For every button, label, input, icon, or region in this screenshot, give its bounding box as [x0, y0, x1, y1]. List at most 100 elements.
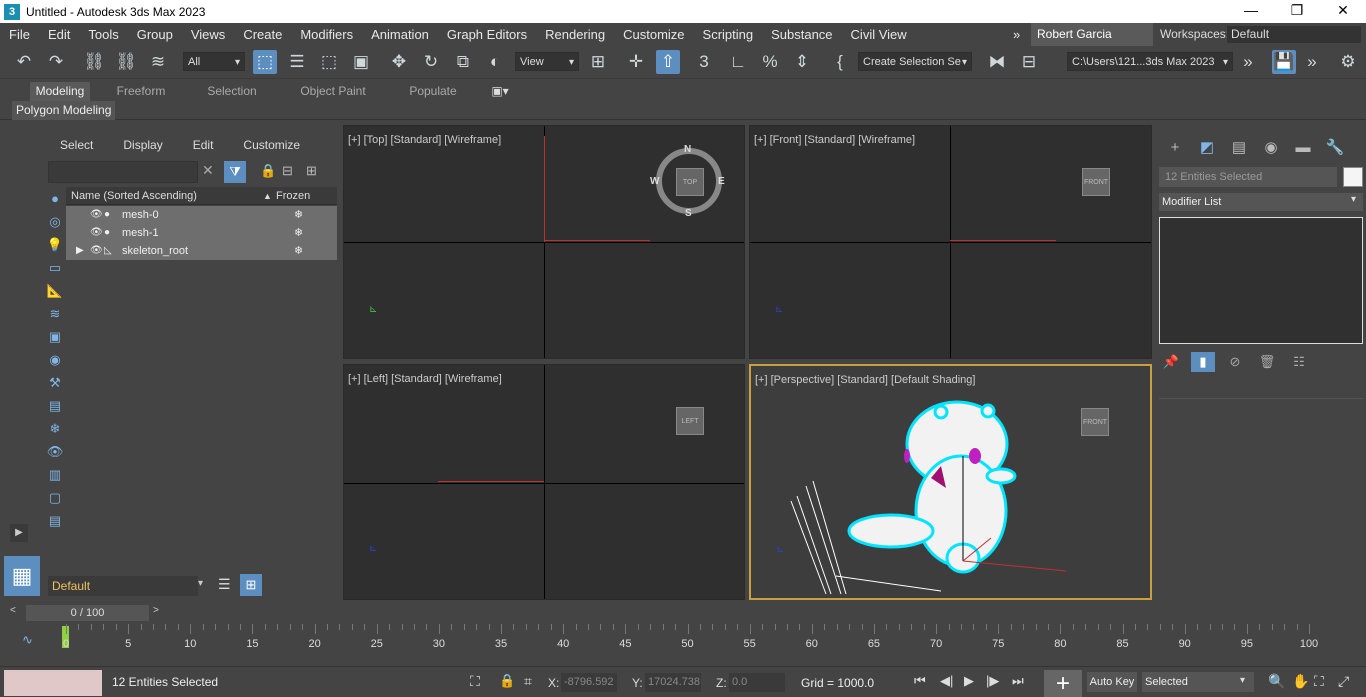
object-name-field[interactable]: 12 Entities Selected [1159, 167, 1337, 187]
track-bar[interactable]: 0 5 10 15 20 25 30 35 40 45 50 55 60 65 70 75 80 85 90 95 10… [58, 624, 1328, 656]
scene-tab-display[interactable]: Display [107, 134, 176, 156]
character-model[interactable] [751, 366, 1150, 598]
mirror-icon[interactable]: ⧓ [985, 50, 1009, 74]
menu-customize[interactable]: Customize [614, 23, 693, 46]
filter-frozen-icon[interactable]: ❄ [44, 418, 66, 440]
pivot-center-icon[interactable]: ⊞ [586, 50, 610, 74]
filter-xrefs-icon[interactable]: ◉ [44, 349, 66, 371]
unlink-icon[interactable]: ⛓ [114, 50, 138, 74]
maxscript-listener[interactable] [4, 670, 102, 696]
percent-snap-icon[interactable]: % [758, 50, 782, 74]
project-path-dropdown[interactable]: C:\Users\121...3ds Max 2023 [1067, 52, 1233, 72]
viewcube-front[interactable]: FRONT [1082, 168, 1110, 196]
layer-stack-icon[interactable]: ☰ [218, 576, 231, 593]
scene-tab-edit[interactable]: Edit [177, 134, 228, 156]
move-icon[interactable]: ✥ [387, 50, 411, 74]
layer-explorer-icon[interactable]: ⊞ [306, 163, 317, 179]
reference-coord-dropdown[interactable]: View [515, 52, 579, 72]
show-end-result-icon[interactable]: ▮ [1191, 352, 1215, 372]
scale-icon[interactable]: ⧉ [451, 50, 475, 74]
pan-view-icon[interactable]: ✋ [1292, 673, 1309, 690]
visibility-eye-icon[interactable]: 👁 [90, 224, 103, 242]
isolate-selection-icon[interactable]: ⛶ [470, 673, 480, 690]
undo-icon[interactable]: ↶ [12, 50, 36, 74]
filter-all-icon[interactable]: ▥ [44, 464, 66, 486]
sort-ascending-icon[interactable]: ▲ [263, 187, 272, 205]
viewport-top-label[interactable]: [+] [Top] [Standard] [Wireframe] [348, 134, 501, 146]
configure-modifier-sets-icon[interactable]: ☷ [1287, 352, 1311, 372]
menu-more-icon[interactable]: » [1004, 23, 1029, 46]
expand-triangle-icon[interactable]: ▶ [76, 242, 84, 260]
viewport-perspective[interactable]: [+] [Perspective] [Standard] [Default Sh… [749, 364, 1152, 600]
render-dot-icon[interactable]: ● [104, 224, 110, 242]
menu-tools[interactable]: Tools [79, 23, 127, 46]
z-coordinate-field[interactable]: 0.0 [729, 673, 785, 692]
menu-modifiers[interactable]: Modifiers [291, 23, 362, 46]
object-color-swatch[interactable] [1343, 167, 1363, 187]
zoom-icon[interactable]: 🔍 [1268, 673, 1285, 690]
filter-lights-icon[interactable]: 💡 [44, 234, 66, 256]
filter-groups-icon[interactable]: ▣ [44, 326, 66, 348]
keyboard-shortcut-override-icon[interactable]: ⇧ [656, 50, 680, 74]
display-tab-icon[interactable]: ▬ [1287, 138, 1319, 158]
key-filter-dropdown[interactable]: Selected [1142, 672, 1254, 692]
play-icon[interactable]: ▶ [964, 673, 974, 689]
more-tools-icon[interactable]: » [1236, 50, 1260, 74]
render-setup-icon[interactable]: ⚙ [1336, 50, 1360, 74]
curve-editor-icon[interactable]: ∿ [22, 632, 33, 648]
zoom-extents-icon[interactable]: ⛶ [1314, 673, 1324, 690]
key-filter-arrow-icon[interactable]: ▾ [1240, 675, 1245, 686]
tab-modeling[interactable]: Modeling [30, 82, 90, 101]
filter-bones-icon[interactable]: ⚒ [44, 372, 66, 394]
tab-selection[interactable]: Selection [200, 82, 264, 101]
utilities-tab-icon[interactable]: 🔧 [1319, 138, 1351, 158]
viewcube-top[interactable]: TOP [676, 168, 704, 196]
menu-graph-editors[interactable]: Graph Editors [438, 23, 536, 46]
visibility-eye-icon[interactable]: 👁 [90, 206, 103, 224]
tab-freeform[interactable]: Freeform [110, 82, 172, 101]
snaps-toggle-icon[interactable]: 3 [692, 50, 716, 74]
frozen-column-header[interactable]: Frozen [276, 187, 310, 205]
edit-named-selection-icon[interactable]: { [828, 50, 852, 74]
viewport-front-label[interactable]: [+] [Front] [Standard] [Wireframe] [754, 134, 915, 146]
select-manipulate-icon[interactable]: ✛ [624, 50, 648, 74]
filter-cameras-icon[interactable]: ▭ [44, 257, 66, 279]
viewport-front[interactable]: [+] [Front] [Standard] [Wireframe] FRONT… [749, 125, 1152, 359]
menu-substance[interactable]: Substance [762, 23, 841, 46]
menu-file[interactable]: File [0, 23, 39, 46]
modifier-stack[interactable] [1159, 217, 1363, 344]
workspace-dropdown[interactable]: Default [1227, 26, 1361, 43]
viewport-top[interactable]: [+] [Top] [Standard] [Wireframe] TOP N S… [343, 125, 745, 359]
absolute-mode-icon[interactable]: ⌗ [524, 673, 532, 690]
user-account[interactable]: Robert Garcia [1031, 23, 1153, 46]
layer-dropdown-arrow-icon[interactable]: ▾ [198, 578, 203, 589]
tab-object-paint[interactable]: Object Paint [296, 82, 370, 101]
hierarchy-icon[interactable]: ⊟ [282, 163, 293, 179]
filter-none-icon[interactable]: ▢ [44, 487, 66, 509]
restore-button[interactable]: ❐ [1274, 0, 1320, 23]
modify-tab-icon[interactable]: ◩ [1191, 138, 1223, 158]
viewport-left[interactable]: [+] [Left] [Standard] [Wireframe] LEFT ⊾ [343, 364, 745, 600]
frozen-snowflake-icon[interactable]: ❄ [294, 224, 303, 242]
viewcube-left[interactable]: LEFT [676, 407, 704, 435]
viewport-left-label[interactable]: [+] [Left] [Standard] [Wireframe] [348, 373, 502, 385]
menu-scripting[interactable]: Scripting [694, 23, 763, 46]
create-tab-icon[interactable]: + [1159, 138, 1191, 158]
filter-icon[interactable]: ⧩ [224, 161, 246, 183]
align-icon[interactable]: ⊟ [1017, 50, 1041, 74]
maximize-viewport-icon[interactable]: ⤢ [1338, 673, 1349, 690]
lock-icon[interactable]: 🔒 [260, 163, 276, 179]
filter-shapes-icon[interactable]: ◎ [44, 211, 66, 233]
select-by-name-icon[interactable]: ☰ [285, 50, 309, 74]
menu-group[interactable]: Group [128, 23, 182, 46]
make-unique-icon[interactable]: ⊘ [1223, 352, 1247, 372]
angle-snap-icon[interactable]: ∟ [726, 50, 750, 74]
window-crossing-icon[interactable]: ▣ [349, 50, 373, 74]
modifier-list-dropdown[interactable]: Modifier List [1159, 193, 1363, 211]
frozen-snowflake-icon[interactable]: ❄ [294, 242, 303, 260]
modifier-list-arrow-icon[interactable]: ▾ [1351, 194, 1356, 205]
name-column-header[interactable]: Name (Sorted Ascending) [71, 187, 197, 205]
selection-lock-icon[interactable]: 🔒 [499, 673, 515, 689]
set-key-icon[interactable]: + [1044, 670, 1082, 697]
filter-hidden-icon[interactable]: 👁 [44, 441, 66, 463]
